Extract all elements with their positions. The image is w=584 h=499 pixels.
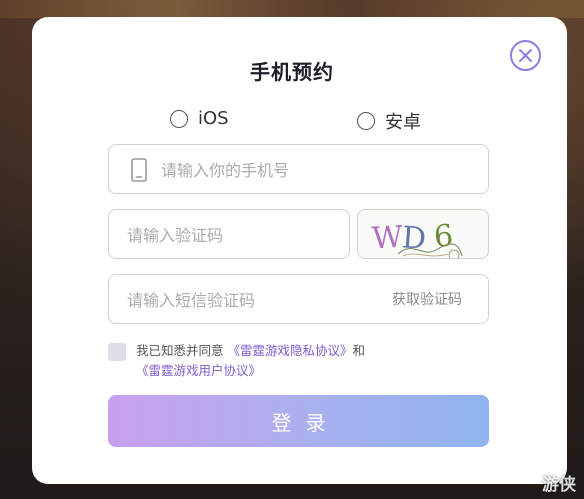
dialog-title: 手机预约 — [250, 60, 334, 84]
sms-placeholder: 请输入短信验证码 — [127, 291, 256, 310]
close-button[interactable] — [510, 40, 541, 71]
watermark-logo: 游侠 — [542, 475, 576, 495]
get-code-button[interactable]: 获取验证码 — [392, 289, 462, 309]
radio-android-circle[interactable] — [357, 112, 375, 130]
agreement-conjunction: 和 — [352, 343, 366, 358]
radio-ios-circle[interactable] — [170, 109, 188, 128]
radio-android-label: 安卓 — [385, 112, 421, 133]
user-agreement-link[interactable]: 《雷霆游戏用户协议》 — [136, 363, 261, 378]
captcha-input[interactable]: 请输入验证码 — [108, 209, 350, 259]
agreement-text: 我已知悉并同意 《雷霆游戏隐私协议》和《雷霆游戏用户协议》 — [136, 341, 486, 381]
radio-ios[interactable]: iOS — [170, 108, 229, 129]
agreement-checkbox[interactable] — [108, 343, 126, 361]
captcha-placeholder: 请输入验证码 — [127, 226, 224, 245]
background-banner — [0, 0, 584, 18]
phone-icon — [131, 158, 147, 182]
login-button[interactable]: 登录 — [108, 395, 489, 447]
sms-code-input[interactable]: 请输入短信验证码 获取验证码 — [108, 274, 489, 324]
captcha-char: W — [371, 220, 404, 257]
privacy-policy-link[interactable]: 《雷霆游戏隐私协议》 — [228, 343, 353, 358]
radio-android[interactable]: 安卓 — [357, 108, 421, 134]
phone-placeholder: 请输入你的手机号 — [161, 161, 290, 180]
captcha-image[interactable]: W D 6 — [357, 209, 489, 259]
captcha-char: D — [401, 220, 427, 257]
captcha-char: 6 — [433, 218, 455, 255]
close-icon — [519, 49, 532, 62]
radio-ios-label: iOS — [198, 108, 229, 129]
phone-input[interactable]: 请输入你的手机号 — [108, 144, 489, 194]
captcha-graphic: W D 6 — [371, 218, 463, 258]
agreement-prefix: 我已知悉并同意 — [136, 343, 224, 358]
